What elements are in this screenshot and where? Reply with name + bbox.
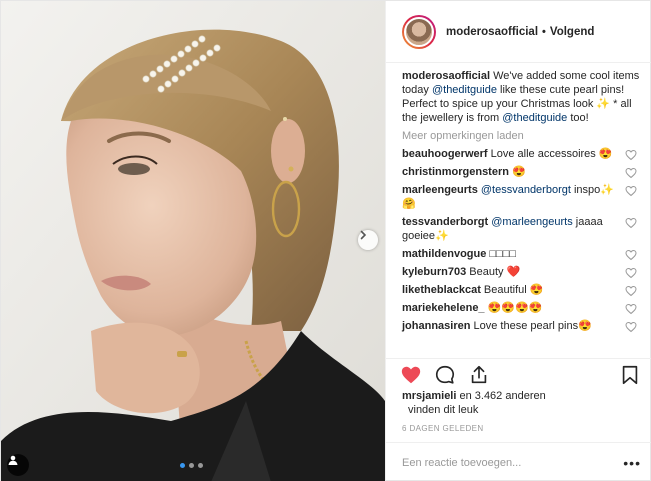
comment-text: Beautiful 😍 [480, 284, 544, 296]
comment-item: tessvanderborgt @marleengeurts jaaaa goe… [402, 215, 641, 243]
comment-text: 😍 [508, 166, 526, 178]
small-heart-icon[interactable] [625, 267, 637, 279]
comment-item: marleengeurts @tessvanderborgt inspo✨🤗 [402, 183, 641, 211]
post-photo[interactable] [1, 1, 385, 481]
small-heart-icon[interactable] [625, 167, 637, 179]
comment-item: mathildenvogue □□□□ [402, 247, 641, 261]
post-caption: moderosaofficial We've added some cool i… [402, 69, 641, 125]
likes-text[interactable]: en 3.462 anderen [456, 390, 545, 402]
comment-item: beauhoogerwerf Love alle accessoires 😍 [402, 147, 641, 161]
small-heart-icon[interactable] [625, 285, 637, 297]
comment-item: mariekehelene_ 😍😍😍😍 [402, 301, 641, 315]
comment-username[interactable]: beauhoogerwerf [402, 148, 488, 160]
comment-item: johannasiren Love these pearl pins😍 [402, 319, 641, 333]
likes-username[interactable]: mrsjamieli [402, 390, 456, 402]
heart-icon[interactable] [400, 364, 422, 386]
carousel-dot [198, 463, 203, 468]
tagged-users-button[interactable] [7, 454, 29, 476]
likes-line2: vinden dit leuk [408, 404, 479, 416]
header-separator: • [542, 25, 546, 38]
carousel-indicator [180, 463, 203, 468]
comment-icon[interactable] [434, 364, 456, 386]
comment-text: Love alle accessoires 😍 [487, 148, 613, 160]
comment-username[interactable]: christinmorgenstern [402, 166, 509, 178]
follow-button[interactable]: Volgend [550, 26, 595, 38]
comment-mention[interactable]: @marleengeurts [488, 216, 573, 228]
share-icon[interactable] [468, 364, 490, 386]
comment-item: christinmorgenstern 😍 [402, 165, 641, 179]
comment-username[interactable]: mathildenvogue [402, 248, 486, 260]
caption-username[interactable]: moderosaofficial [402, 70, 490, 82]
comment-text: Love these pearl pins😍 [470, 320, 592, 332]
comment-item: kyleburn703 Beauty ❤️ [402, 265, 641, 279]
caption-mention[interactable]: @theditguide [502, 112, 567, 124]
comment-text: □□□□ [486, 248, 516, 260]
likes-summary: mrsjamieli en 3.462 anderen vinden dit l… [402, 389, 546, 417]
comment-username[interactable]: kyleburn703 [402, 266, 466, 278]
post-timestamp[interactable]: 6 DAGEN GELEDEN [402, 424, 484, 433]
post-header: moderosaofficial • Volgend [386, 1, 651, 63]
add-comment-bar: ••• [386, 442, 651, 481]
comment-list[interactable]: moderosaofficial We've added some cool i… [386, 67, 651, 351]
comment-mention[interactable]: @tessvanderborgt [478, 184, 571, 196]
load-more-comments-link[interactable]: Meer opmerkingen laden [402, 129, 641, 143]
caption-text: too! [567, 112, 589, 124]
post-side-panel: moderosaofficial • Volgend moderosaoffic… [385, 1, 651, 481]
small-heart-icon[interactable] [625, 249, 637, 261]
small-heart-icon[interactable] [625, 149, 637, 161]
person-tag-icon [8, 455, 18, 465]
small-heart-icon[interactable] [625, 303, 637, 315]
small-heart-icon[interactable] [625, 217, 637, 229]
small-heart-icon[interactable] [625, 321, 637, 333]
comment-username[interactable]: johannasiren [402, 320, 470, 332]
photo-illustration [1, 1, 385, 481]
carousel-next-button[interactable] [358, 230, 378, 250]
caption-mention[interactable]: @theditguide [432, 84, 497, 96]
carousel-dot [189, 463, 194, 468]
comment-username[interactable]: liketheblackcat [402, 284, 481, 296]
comment-text: 😍😍😍😍 [484, 302, 543, 314]
avatar-image [404, 16, 434, 47]
comment-username[interactable]: marleengeurts [402, 184, 478, 196]
comment-text: Beauty ❤️ [466, 266, 521, 278]
chevron-right-icon [360, 230, 367, 240]
bookmark-icon[interactable] [619, 364, 641, 386]
comment-item: liketheblackcat Beautiful 😍 [402, 283, 641, 297]
action-bar [386, 358, 651, 386]
avatar[interactable] [402, 14, 436, 49]
header-username[interactable]: moderosaofficial [446, 26, 538, 38]
more-options-button[interactable]: ••• [623, 455, 641, 471]
post-dialog: moderosaofficial • Volgend moderosaoffic… [0, 0, 651, 481]
comment-username[interactable]: tessvanderborgt [402, 216, 488, 228]
comment-input[interactable] [402, 456, 624, 469]
comment-username[interactable]: mariekehelene_ [402, 302, 485, 314]
small-heart-icon[interactable] [625, 185, 637, 197]
carousel-dot-active [180, 463, 185, 468]
